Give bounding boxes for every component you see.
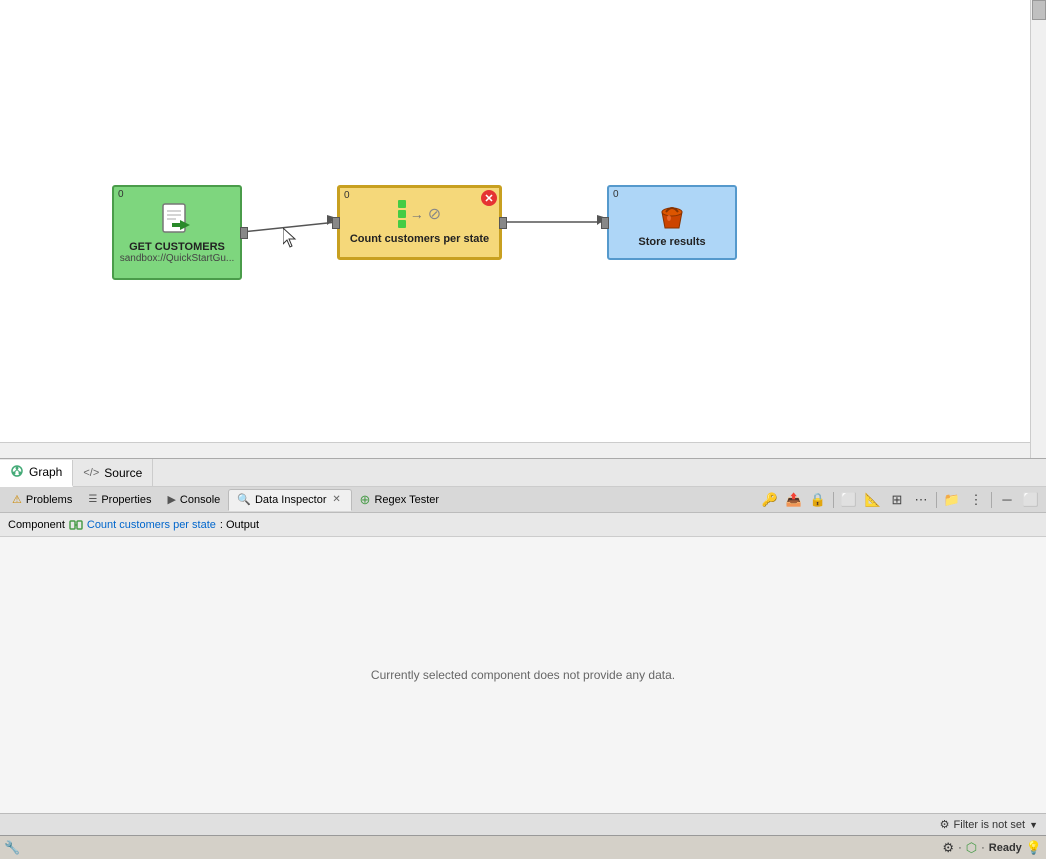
- toolbar-more-btn[interactable]: ⋯: [910, 489, 932, 511]
- toolbar-key-btn[interactable]: 🔑: [759, 489, 781, 511]
- canvas-vertical-scrollbar[interactable]: [1030, 0, 1046, 458]
- filter-dropdown-icon[interactable]: ▼: [1029, 820, 1038, 830]
- node-count-output-port[interactable]: [499, 217, 507, 229]
- tab-properties[interactable]: ☰ Properties: [80, 489, 159, 511]
- regex-icon: ⊕: [360, 492, 371, 508]
- toolbar-copy-btn[interactable]: ⬜: [838, 489, 860, 511]
- tab-graph-label: Graph: [29, 465, 62, 479]
- secondary-tab-bar: ⚠ Problems ☰ Properties ▶ Console 🔍 Data…: [0, 487, 1046, 513]
- bottom-panel: Graph </> Source ⚠ Problems ☰ Properties…: [0, 459, 1046, 859]
- error-badge: ✕: [481, 190, 497, 206]
- node-count-label: Count customers per state: [350, 233, 489, 245]
- tab-problems[interactable]: ⚠ Problems: [4, 489, 80, 511]
- filter-icon: ⚙: [940, 818, 950, 831]
- properties-icon: ☰: [88, 494, 97, 505]
- toolbar-overflow-btn[interactable]: ⋮: [965, 489, 987, 511]
- status-right: ⚙ Filter is not set ▼: [940, 818, 1038, 831]
- source-tab-icon: </>: [83, 467, 99, 479]
- toolbar-lock-btn[interactable]: 🔒: [807, 489, 829, 511]
- toolbar-sep2: [936, 492, 937, 508]
- mouse-cursor: [283, 228, 295, 246]
- tab-data-inspector[interactable]: 🔍 Data Inspector ✕: [228, 489, 351, 511]
- component-icon: [69, 518, 83, 532]
- ready-icon: 💡: [1026, 840, 1042, 856]
- toolbar-export-btn[interactable]: 📤: [783, 489, 805, 511]
- tab-data-inspector-close[interactable]: ✕: [331, 494, 343, 506]
- toolbar-table-btn[interactable]: ⊞: [886, 489, 908, 511]
- data-inspector-icon: 🔍: [237, 493, 251, 506]
- node-count-input-port[interactable]: [332, 217, 340, 229]
- component-suffix: : Output: [220, 519, 259, 531]
- status-icon3: ⬡: [966, 840, 977, 856]
- status-icon2: ⚙: [942, 840, 954, 856]
- store-bucket-icon: [654, 198, 690, 234]
- bottom-status-right: ⚙ · ⬡ · Ready 💡: [942, 840, 1042, 856]
- tab-regex-label: Regex Tester: [374, 494, 439, 506]
- node-get-customers-counter: 0: [118, 189, 124, 200]
- node-get-customers-label: GET CUSTOMERS: [129, 241, 225, 253]
- secondary-toolbar: 🔑 📤 🔒 ⬜ 📐 ⊞ ⋯ 📁 ⋮ ─ ⬜: [759, 489, 1042, 511]
- node-get-customers-output-port[interactable]: [240, 227, 248, 239]
- tab-source-label: Source: [104, 466, 142, 480]
- canvas-horizontal-scrollbar[interactable]: [0, 442, 1030, 458]
- toolbar-sep3: [991, 492, 992, 508]
- node-store-results[interactable]: 0 Store results: [607, 185, 737, 260]
- tab-source[interactable]: </> Source: [73, 459, 153, 486]
- tab-problems-label: Problems: [26, 494, 72, 506]
- status-left-icon: 🔧: [4, 840, 20, 856]
- node-count-counter: 0: [344, 190, 350, 201]
- node-store-label: Store results: [638, 236, 705, 248]
- ready-status: Ready: [989, 842, 1022, 854]
- node-store-input-port[interactable]: [601, 217, 609, 229]
- component-link[interactable]: Count customers per state: [87, 519, 216, 531]
- filter-status[interactable]: ⚙ Filter is not set ▼: [940, 818, 1038, 831]
- problems-icon: ⚠: [12, 493, 22, 506]
- bullet1: ·: [958, 842, 962, 854]
- console-icon: ▶: [167, 493, 175, 506]
- canvas-scroll-thumb[interactable]: [1032, 0, 1046, 20]
- toolbar-folder-btn[interactable]: 📁: [941, 489, 963, 511]
- tab-data-inspector-label: Data Inspector: [255, 494, 327, 506]
- toolbar-sep1: [833, 492, 834, 508]
- node-store-counter: 0: [613, 189, 619, 200]
- bottom-status-bar: 🔧 ⚙ · ⬡ · Ready 💡: [0, 835, 1046, 859]
- tab-regex-tester[interactable]: ⊕ Regex Tester: [352, 489, 448, 511]
- toolbar-minimize-btn[interactable]: ─: [996, 489, 1018, 511]
- status-bar: ⚙ Filter is not set ▼: [0, 813, 1046, 835]
- tab-console[interactable]: ▶ Console: [159, 489, 228, 511]
- inspector-empty-message: Currently selected component does not pr…: [371, 668, 675, 682]
- filter-label: Filter is not set: [954, 819, 1026, 831]
- component-breadcrumb: Component Count customers per state : Ou…: [0, 513, 1046, 537]
- toolbar-paste-btn[interactable]: 📐: [862, 489, 884, 511]
- component-prefix: Component: [8, 519, 65, 531]
- tab-properties-label: Properties: [101, 494, 151, 506]
- count-node-icons: → ⊘: [398, 200, 441, 228]
- node-count-customers[interactable]: 0 ✕ → ⊘ Count customers per state: [337, 185, 502, 260]
- tab-graph[interactable]: Graph: [0, 460, 73, 487]
- workflow-canvas[interactable]: 0 GET CUSTOMERS sandbox://QuickStartGu..…: [0, 0, 1046, 459]
- inspector-content: Currently selected component does not pr…: [0, 537, 1046, 813]
- graph-tab-icon: [10, 464, 24, 481]
- tab-console-label: Console: [180, 494, 220, 506]
- bullet2: ·: [981, 842, 985, 854]
- node-get-customers-sublabel: sandbox://QuickStartGu...: [120, 253, 235, 264]
- toolbar-maximize-btn[interactable]: ⬜: [1020, 489, 1042, 511]
- graph-source-tab-bar: Graph </> Source: [0, 459, 1046, 487]
- node-get-customers[interactable]: 0 GET CUSTOMERS sandbox://QuickStartGu..…: [112, 185, 242, 280]
- node-get-customers-icon: [158, 201, 196, 239]
